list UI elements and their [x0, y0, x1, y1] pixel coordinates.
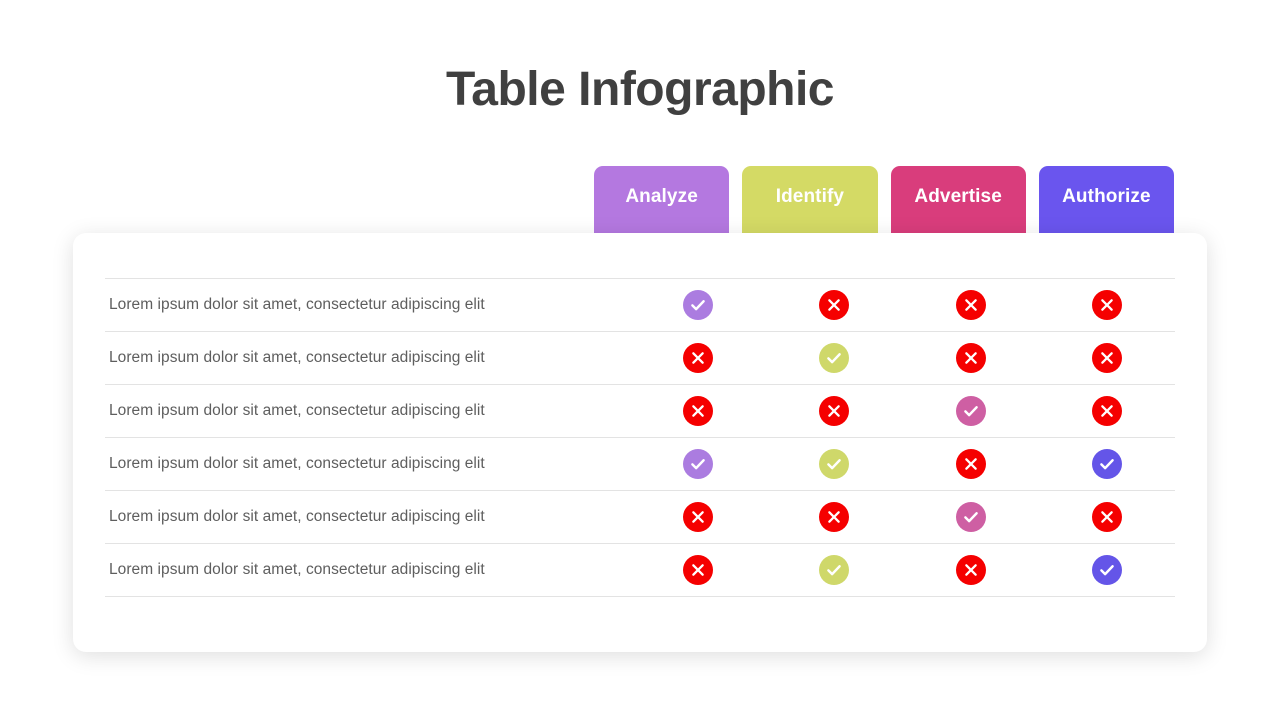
- table-cell-advertise: [903, 449, 1039, 479]
- column-header-tabs: Analyze Identify Advertise Authorize: [594, 166, 1174, 236]
- cross-circle-icon: [819, 290, 850, 320]
- table-cell-advertise: [903, 555, 1039, 585]
- comparison-table: Lorem ipsum dolor sit amet, consectetur …: [105, 278, 1175, 597]
- table-cell-authorize: [1039, 449, 1175, 479]
- row-label: Lorem ipsum dolor sit amet, consectetur …: [109, 402, 485, 419]
- table-cell-authorize: [1039, 343, 1175, 373]
- table-row[interactable]: Lorem ipsum dolor sit amet, consectetur …: [105, 544, 1175, 596]
- cross-circle-icon: [955, 290, 986, 320]
- column-header-label: Analyze: [625, 186, 698, 207]
- cross-circle-icon: [683, 396, 714, 426]
- table-card: Lorem ipsum dolor sit amet, consectetur …: [73, 233, 1207, 652]
- row-label: Lorem ipsum dolor sit amet, consectetur …: [109, 349, 485, 366]
- check-circle-icon: [819, 343, 850, 373]
- row-label: Lorem ipsum dolor sit amet, consectetur …: [109, 508, 485, 525]
- table-cell-identify: [766, 290, 902, 320]
- table-cell-authorize: [1039, 555, 1175, 585]
- table-cell-identify: [766, 449, 902, 479]
- cross-circle-icon: [1091, 396, 1122, 426]
- cross-circle-icon: [683, 502, 714, 532]
- table-cell-advertise: [903, 502, 1039, 532]
- column-header-label: Advertise: [914, 186, 1002, 207]
- table-cell-analyze: [630, 290, 766, 320]
- column-header-authorize[interactable]: Authorize: [1038, 166, 1174, 236]
- table-cell-identify: [766, 343, 902, 373]
- cross-circle-icon: [955, 449, 986, 479]
- cross-circle-icon: [1091, 502, 1122, 532]
- check-circle-icon: [1091, 555, 1122, 585]
- table-cell-authorize: [1039, 396, 1175, 426]
- cross-circle-icon: [1091, 343, 1122, 373]
- check-circle-icon: [1091, 449, 1122, 479]
- row-label: Lorem ipsum dolor sit amet, consectetur …: [109, 296, 485, 313]
- check-circle-icon: [819, 449, 850, 479]
- table-cell-authorize: [1039, 290, 1175, 320]
- cross-circle-icon: [1091, 290, 1122, 320]
- cross-circle-icon: [819, 502, 850, 532]
- table-cell-analyze: [630, 396, 766, 426]
- check-circle-icon: [683, 290, 714, 320]
- table-cell-analyze: [630, 555, 766, 585]
- table-cell-authorize: [1039, 502, 1175, 532]
- cross-circle-icon: [819, 396, 850, 426]
- check-circle-icon: [955, 502, 986, 532]
- table-cell-advertise: [903, 290, 1039, 320]
- table-row[interactable]: Lorem ipsum dolor sit amet, consectetur …: [105, 332, 1175, 384]
- column-header-label: Authorize: [1062, 186, 1151, 207]
- table-divider: [105, 596, 1175, 597]
- cross-circle-icon: [955, 343, 986, 373]
- table-cell-analyze: [630, 502, 766, 532]
- page-title: Table Infographic: [446, 63, 834, 116]
- table-cell-identify: [766, 502, 902, 532]
- column-header-advertise[interactable]: Advertise: [890, 166, 1026, 236]
- table-cell-analyze: [630, 343, 766, 373]
- table-cell-analyze: [630, 449, 766, 479]
- table-cell-advertise: [903, 396, 1039, 426]
- row-label: Lorem ipsum dolor sit amet, consectetur …: [109, 455, 485, 472]
- column-header-identify[interactable]: Identify: [742, 166, 878, 236]
- table-row[interactable]: Lorem ipsum dolor sit amet, consectetur …: [105, 438, 1175, 490]
- row-label: Lorem ipsum dolor sit amet, consectetur …: [109, 561, 485, 578]
- check-circle-icon: [955, 396, 986, 426]
- cross-circle-icon: [955, 555, 986, 585]
- column-header-label: Identify: [775, 186, 845, 207]
- check-circle-icon: [819, 555, 850, 585]
- column-header-analyze[interactable]: Analyze: [594, 166, 730, 236]
- table-cell-identify: [766, 396, 902, 426]
- table-row[interactable]: Lorem ipsum dolor sit amet, consectetur …: [105, 279, 1175, 331]
- table-cell-identify: [766, 555, 902, 585]
- table-row[interactable]: Lorem ipsum dolor sit amet, consectetur …: [105, 491, 1175, 543]
- table-cell-advertise: [903, 343, 1039, 373]
- check-circle-icon: [683, 449, 714, 479]
- table-row[interactable]: Lorem ipsum dolor sit amet, consectetur …: [105, 385, 1175, 437]
- cross-circle-icon: [683, 343, 714, 373]
- cross-circle-icon: [683, 555, 714, 585]
